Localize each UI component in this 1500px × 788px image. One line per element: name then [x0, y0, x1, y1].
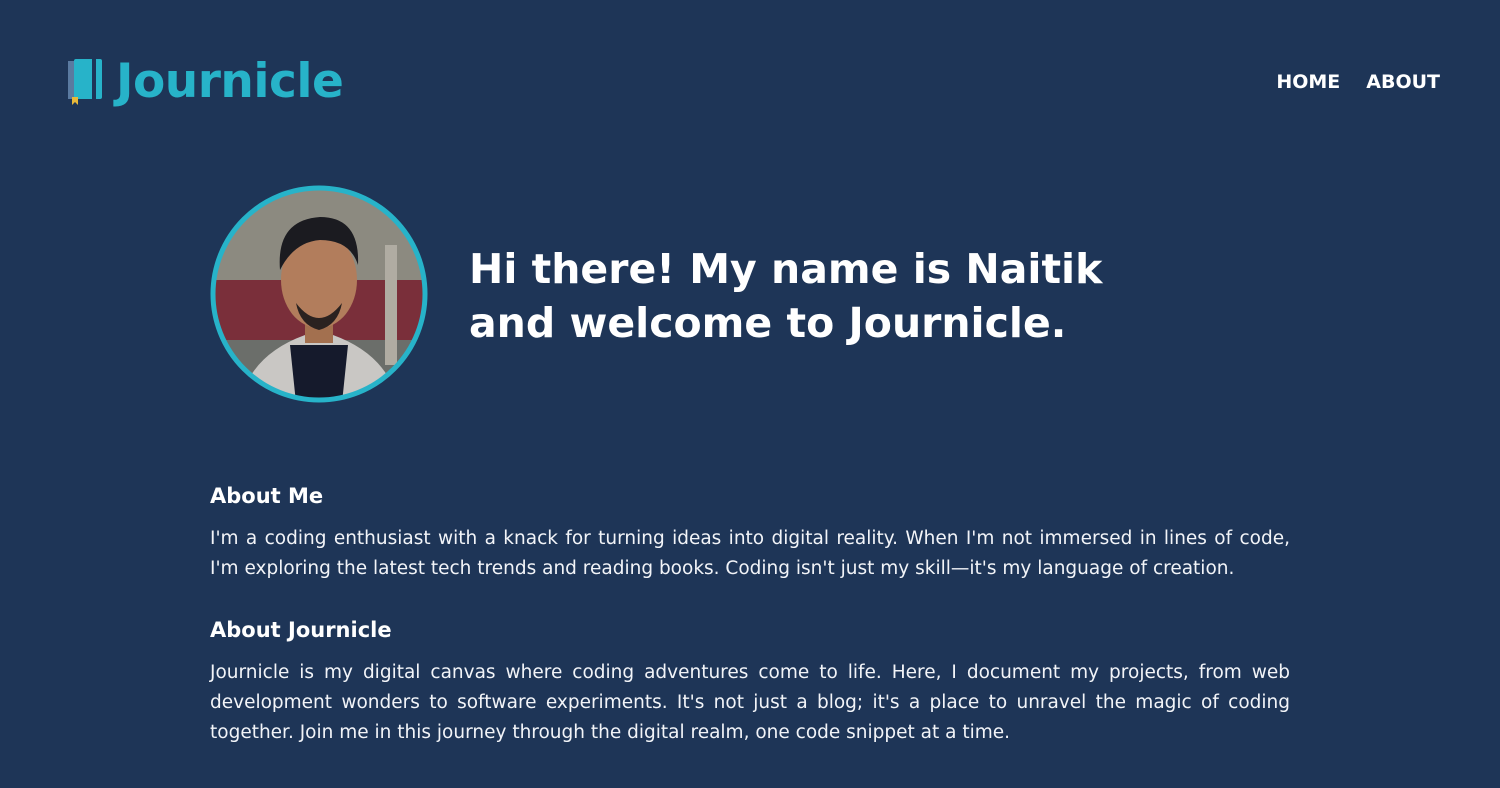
section-title: About Journicle	[210, 618, 392, 642]
about-me-section: About Me I'm a coding enthusiast with a …	[210, 480, 1290, 584]
nav-about-link[interactable]: ABOUT	[1366, 70, 1440, 94]
brand-logo-link[interactable]: Journicle	[68, 52, 344, 112]
main-nav: HOME ABOUT	[1276, 70, 1440, 94]
section-body: Journicle is my digital canvas where cod…	[210, 662, 1290, 743]
greeting-line-1: Hi there! My name is Naitik	[469, 245, 1103, 293]
avatar	[210, 185, 428, 403]
hero-greeting: Hi there! My name is Naitik and welcome …	[469, 242, 1169, 350]
hero-section: Hi there! My name is Naitik and welcome …	[210, 185, 1290, 403]
section-body: I'm a coding enthusiast with a knack for…	[210, 528, 1290, 579]
nav-home-link[interactable]: HOME	[1276, 70, 1340, 94]
about-content: About Me I'm a coding enthusiast with a …	[210, 480, 1290, 748]
book-icon	[68, 59, 102, 105]
section-title: About Me	[210, 484, 324, 508]
about-journicle-section: About Journicle Journicle is my digital …	[210, 614, 1290, 748]
brand-name: Journicle	[116, 54, 344, 109]
site-header: Journicle HOME ABOUT	[0, 0, 1500, 165]
greeting-line-2: and welcome to Journicle.	[469, 299, 1067, 347]
